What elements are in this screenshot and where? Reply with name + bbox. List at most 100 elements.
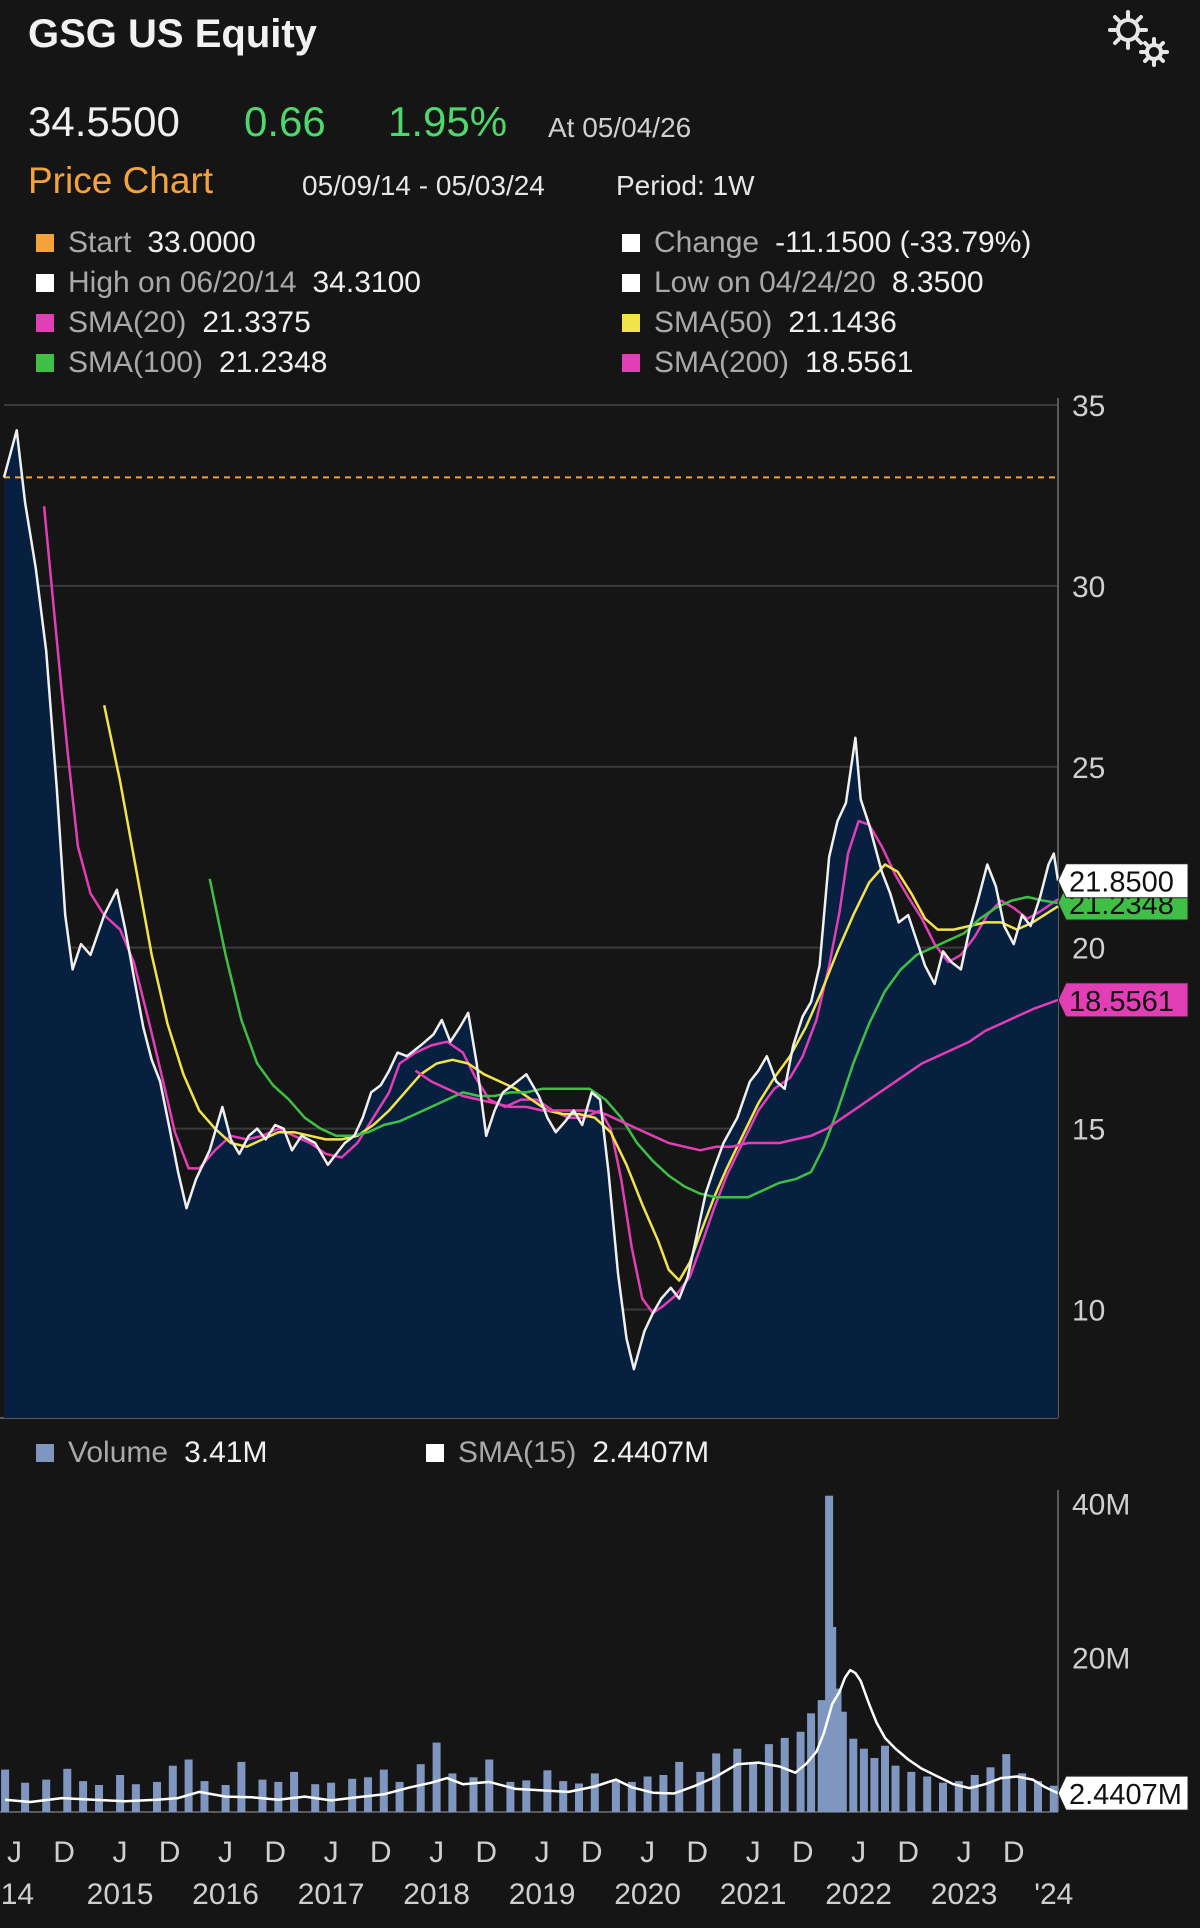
- volume-bar: [643, 1776, 652, 1812]
- price-y-tick-label: 35: [1072, 390, 1105, 423]
- x-tick-year-label: 2020: [614, 1878, 681, 1911]
- volume-bar: [168, 1765, 177, 1812]
- volume-bar: [891, 1765, 900, 1812]
- volume-y-tick-label: 40M: [1072, 1488, 1130, 1521]
- volume-bar: [221, 1785, 230, 1812]
- sma15-label: SMA(15): [458, 1436, 577, 1469]
- volume-bar: [939, 1782, 947, 1812]
- volume-bar: [274, 1781, 283, 1812]
- volume-bar: [432, 1742, 441, 1812]
- volume-bar: [116, 1775, 125, 1812]
- volume-bar: [21, 1782, 30, 1812]
- volume-label: Volume: [68, 1436, 169, 1469]
- price-y-tick-label: 25: [1072, 752, 1105, 785]
- x-tick-month-label: J: [218, 1836, 233, 1869]
- volume-sma-tag: 2.4407M: [1069, 1779, 1182, 1811]
- price-volume-chart[interactable]: 35302520151021.234818.556121.850040M20M2…: [0, 0, 1200, 1928]
- x-tick-year-label: 2015: [87, 1878, 154, 1911]
- x-tick-month-label: D: [475, 1836, 497, 1869]
- volume-y-tick-label: 20M: [1072, 1643, 1130, 1676]
- volume-bar: [764, 1744, 773, 1812]
- volume-sma-line: [4, 1668, 1059, 1804]
- x-tick-month-label: J: [7, 1836, 22, 1869]
- x-tick-month-label: D: [264, 1836, 286, 1869]
- x-tick-year-label: 2021: [720, 1878, 787, 1911]
- sma-200-tag: 18.5561: [1069, 986, 1174, 1018]
- x-tick-month-label: J: [535, 1836, 550, 1869]
- x-tick-month-label: D: [792, 1836, 814, 1869]
- volume-bar: [348, 1778, 357, 1812]
- x-tick-year-label: 2016: [192, 1878, 259, 1911]
- x-tick-month-label: D: [686, 1836, 708, 1869]
- x-tick-month-label: J: [113, 1836, 128, 1869]
- volume-bar: [327, 1782, 336, 1812]
- price-area: [4, 430, 1058, 1418]
- volume-bar: [859, 1748, 868, 1812]
- volume-bar: [95, 1785, 103, 1812]
- x-tick-month-label: J: [429, 1836, 444, 1869]
- volume-bar: [237, 1761, 246, 1812]
- price-y-tick-label: 20: [1072, 933, 1105, 966]
- sma15-value: 2.4407M: [592, 1436, 710, 1469]
- volume-bar: [290, 1771, 299, 1812]
- x-tick-year-label: 2017: [298, 1878, 365, 1911]
- volume-bar: [485, 1759, 494, 1812]
- volume-bar: [184, 1759, 193, 1812]
- volume-bar: [849, 1738, 858, 1812]
- volume-bar: [970, 1775, 979, 1812]
- volume-bar: [749, 1762, 758, 1812]
- x-tick-month-label: J: [640, 1836, 655, 1869]
- x-tick-month-label: D: [897, 1836, 919, 1869]
- x-tick-month-label: J: [746, 1836, 761, 1869]
- volume-bar: [131, 1784, 140, 1812]
- volume-bar: [63, 1768, 72, 1812]
- x-tick-year-label: 2023: [931, 1878, 998, 1911]
- volume-swatch: [36, 1444, 54, 1462]
- x-tick-month-label: J: [957, 1836, 972, 1869]
- volume-bar: [1, 1769, 10, 1812]
- x-tick-year-label: '24: [1034, 1878, 1073, 1911]
- volume-bar: [559, 1781, 568, 1812]
- volume-bar: [611, 1779, 620, 1812]
- x-tick-month-label: J: [851, 1836, 866, 1869]
- x-tick-month-label: D: [581, 1836, 603, 1869]
- volume-bar: [200, 1781, 209, 1812]
- volume-legend: Volume 3.41M: [36, 1436, 267, 1470]
- volume-bar: [379, 1769, 388, 1812]
- volume-bar: [590, 1773, 599, 1812]
- volume-bar: [42, 1779, 51, 1812]
- volume-bar: [907, 1771, 916, 1812]
- price-y-tick-label: 30: [1072, 571, 1105, 604]
- volume-bar: [838, 1711, 847, 1812]
- price-y-tick-label: 15: [1072, 1114, 1105, 1147]
- volume-bar: [870, 1758, 879, 1812]
- volume-bar: [1002, 1754, 1011, 1812]
- volume-bar: [416, 1764, 425, 1812]
- volume-bar: [712, 1753, 721, 1812]
- x-tick-month-label: D: [159, 1836, 181, 1869]
- volume-bar: [153, 1781, 161, 1812]
- volume-bar: [258, 1779, 267, 1812]
- last-price-tag: 21.8500: [1069, 867, 1174, 899]
- x-tick-month-label: D: [370, 1836, 392, 1869]
- x-tick-month-label: D: [1003, 1836, 1025, 1869]
- volume-bar: [817, 1700, 826, 1812]
- sma15-swatch: [426, 1444, 444, 1462]
- price-y-tick-label: 10: [1072, 1294, 1105, 1327]
- x-tick-year-label: 2022: [825, 1878, 892, 1911]
- x-tick-month-label: J: [324, 1836, 339, 1869]
- x-tick-year-label: '14: [0, 1878, 34, 1911]
- volume-bar: [575, 1783, 583, 1812]
- x-tick-month-label: D: [53, 1836, 75, 1869]
- volume-bar: [733, 1748, 742, 1812]
- volume-bar: [780, 1737, 789, 1812]
- volume-bar: [395, 1781, 404, 1812]
- volume-bar: [522, 1780, 531, 1812]
- volume-value: 3.41M: [184, 1436, 268, 1469]
- volume-bar: [986, 1767, 995, 1812]
- sma15-legend: SMA(15) 2.4407M: [426, 1436, 709, 1470]
- volume-bar: [675, 1761, 684, 1812]
- volume-bar: [696, 1771, 705, 1812]
- volume-bar: [923, 1776, 932, 1812]
- volume-bar: [79, 1781, 88, 1812]
